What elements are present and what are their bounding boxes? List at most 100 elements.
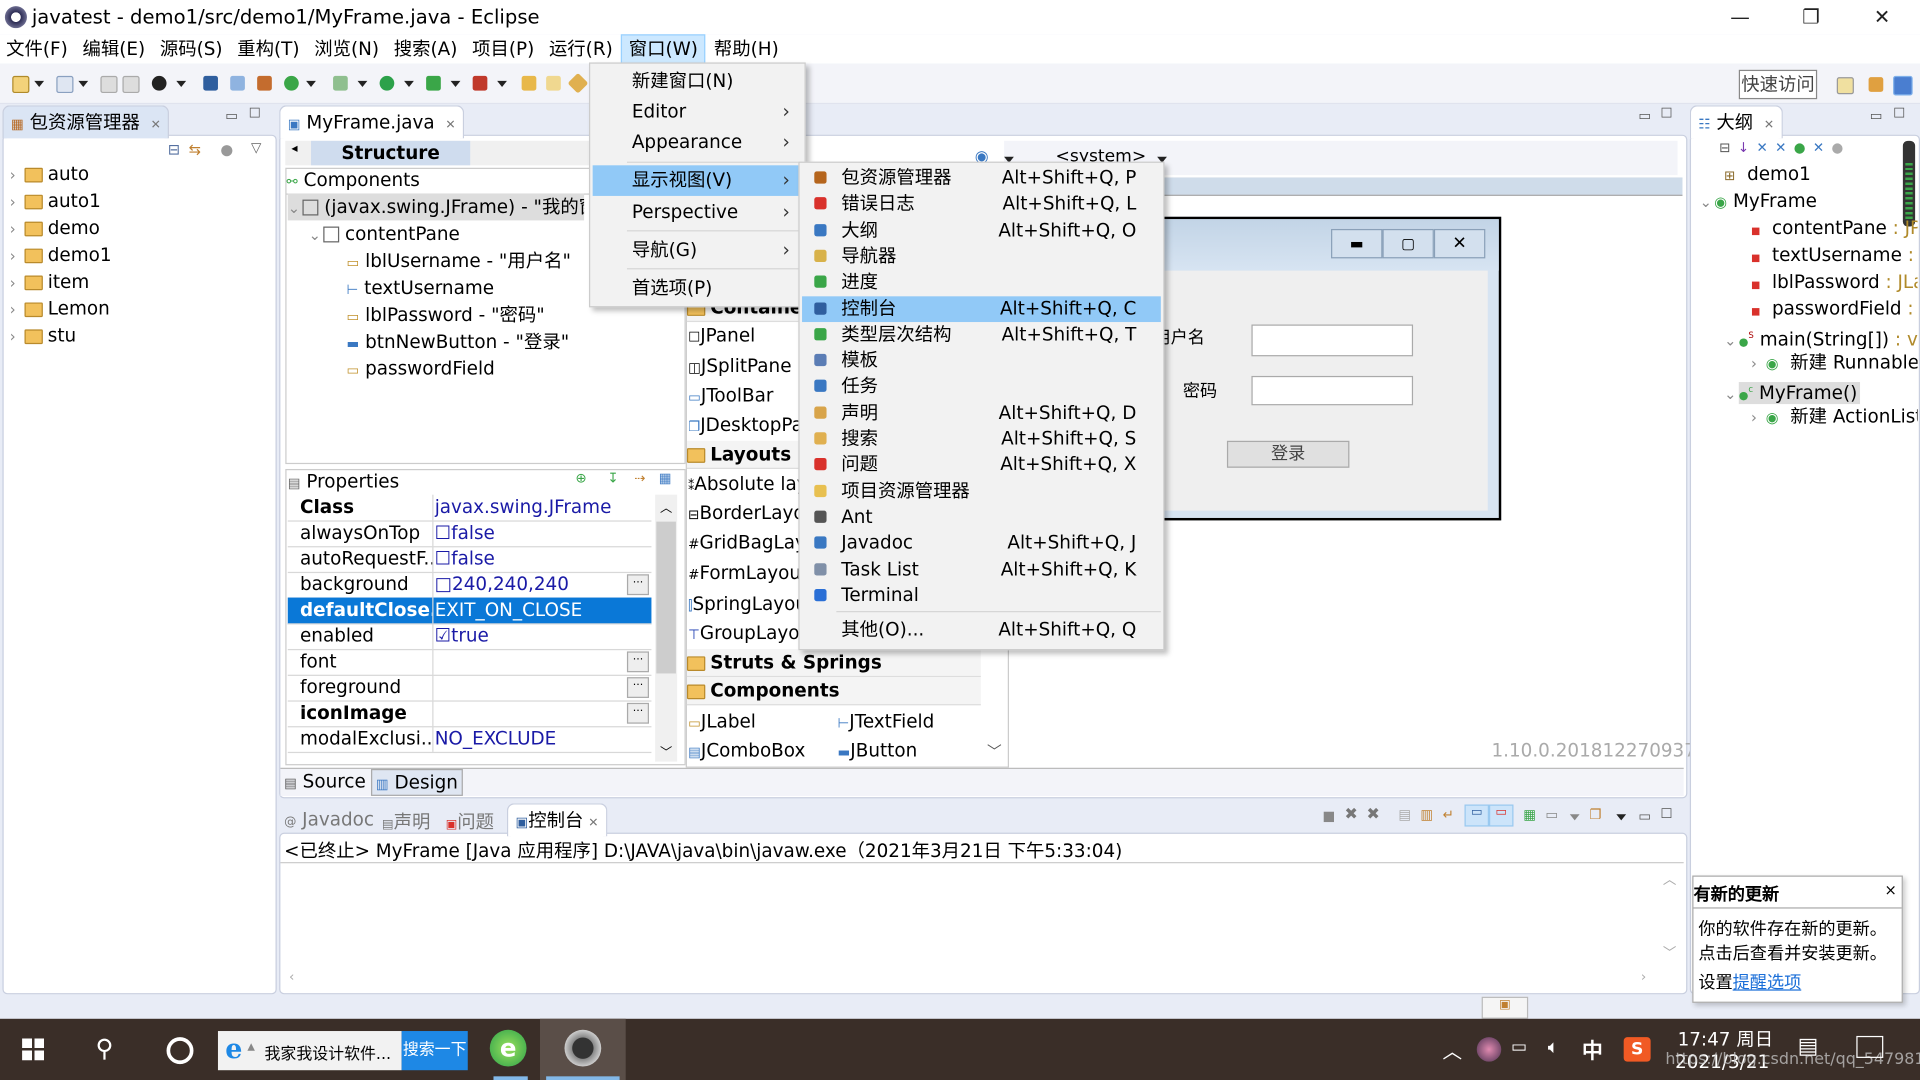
notes-icon[interactable]: ▤ [1798,1033,1819,1059]
menu-item-other[interactable]: 其他(O)... Alt+Shift+Q, Q [802,615,1161,646]
view-menu-icon[interactable]: ▽ [251,140,261,156]
clock-time[interactable]: 17:47 周日 [1678,1026,1774,1052]
project-item[interactable]: › item [10,268,89,295]
java-perspective-icon[interactable] [1893,75,1913,96]
menu-navigate[interactable]: 浏览(N) [308,34,385,63]
menu-item-view[interactable]: 控制台 Alt+Shift+Q, C [802,295,1161,322]
tree-item[interactable]: ▭ passwordField [347,355,495,382]
minimize-button[interactable]: — [1712,0,1768,34]
tab-design[interactable]: ▥ Design [371,768,463,796]
palette-item[interactable]: #FormLayout [688,558,808,587]
menu-item-view[interactable]: 问题 Alt+Shift+Q, X [802,452,1161,478]
edit-property-button[interactable]: ··· [626,651,649,673]
menu-project[interactable]: 项目(P) [466,34,540,63]
user-avatar-tray-icon[interactable] [1476,1037,1502,1062]
menu-item-appearance[interactable]: Appearance › [593,127,802,158]
maximize-button[interactable]: ❐ [1783,0,1839,34]
property-row[interactable]: foreground ··· [287,674,652,702]
property-row[interactable]: iconImage ··· [287,700,652,728]
remove-all-icon[interactable]: ✖ [1367,806,1380,824]
collapse-structure-icon[interactable]: ◂ [291,142,297,155]
reminder-options-link[interactable]: 提醒选项 [1733,973,1802,993]
tab-outline[interactable]: ☷ 大纲 ✕ [1689,105,1783,139]
sort-icon[interactable]: ↓ [1738,140,1757,156]
project-item[interactable]: › Lemon [10,295,110,322]
tab-problems[interactable]: ▣问题 [446,808,494,834]
scroll-lock-icon[interactable]: ▥ [1420,807,1433,823]
outline-item-method[interactable]: ⌄●S main(String[]) : void [1724,322,1917,349]
property-row[interactable]: Class javax.swing.JFrame [287,494,652,522]
open-console-icon[interactable]: ❐ [1589,807,1601,823]
close-tab-icon[interactable]: ✕ [445,119,455,132]
menu-item-view[interactable]: Task List Alt+Shift+Q, K [802,557,1161,583]
save-all-icon[interactable] [122,75,140,94]
tab-javadoc[interactable]: @ Javadoc [284,808,374,830]
focus-icon[interactable]: ● [1831,140,1850,156]
hide-static-icon[interactable]: ✕ [1775,140,1794,156]
start-windows-icon[interactable] [22,1038,45,1061]
menu-item-view[interactable]: 模板 [802,348,1161,374]
show-events-icon[interactable]: ⊕ [576,470,587,486]
edit-property-button[interactable]: ··· [626,677,649,698]
close-tab-icon[interactable]: ✕ [1764,119,1774,132]
pin-icon[interactable] [230,75,245,91]
status-bar-icon[interactable]: ▣ [1481,996,1529,1019]
build-icon[interactable] [257,75,272,91]
property-row[interactable]: modalExclusi... NO_EXCLUDE [287,726,652,754]
minimize-view-icon[interactable]: ▭ [225,108,238,124]
taskbar-search-box[interactable]: e ▲ 我家我设计软件... [217,1031,402,1071]
palette-scroll-down-icon[interactable]: ﹀ [987,741,1002,762]
tree-item[interactable]: ▭ lblPassword - "密码" [347,301,545,328]
word-wrap-icon[interactable]: ↵ [1442,807,1453,823]
save-icon[interactable] [100,75,118,94]
menu-item-view[interactable]: 大纲 Alt+Shift+Q, O [802,217,1161,243]
menu-item-view[interactable]: 包资源管理器 Alt+Shift+Q, P [802,165,1161,191]
hide-local-types-icon[interactable]: ✕ [1813,140,1832,156]
property-row[interactable]: font ··· [287,648,652,676]
menu-item-view[interactable]: 声明 Alt+Shift+Q, D [802,400,1161,426]
menu-item-view[interactable]: 类型层次结构 Alt+Shift+Q, T [802,322,1161,348]
property-row[interactable]: enabled ☑true [287,623,652,651]
menu-item-view[interactable]: 搜索 Alt+Shift+Q, S [802,426,1161,452]
search-toolbar-icon[interactable] [567,72,589,94]
close-tab-icon[interactable]: ✕ [151,119,161,132]
outline-item-anonymous[interactable]: ›◉ 新建 Runnable() {...} [1751,349,1918,376]
outline-item-field[interactable]: ■ passwordField : JPasswordField [1751,295,1918,322]
outline-item-field[interactable]: ■ textUsername : JTextField [1751,241,1918,268]
show-hidden-icons[interactable]: ︿ [1442,1035,1462,1064]
outline-item-class[interactable]: ⌄ ◉ MyFrame [1700,187,1817,214]
notification-close-button[interactable]: × [1885,882,1897,899]
taskbar-eclipse-active[interactable] [540,1018,626,1080]
run-dropdown-icon[interactable] [404,80,414,87]
menu-item-view[interactable]: 进度 [802,270,1161,296]
menu-item-navigate[interactable]: 导航(G) › [593,235,802,266]
browser-360-icon[interactable]: e [489,1029,527,1067]
palette-category-components[interactable]: Components [686,677,981,706]
edit-property-button[interactable]: ··· [626,574,649,596]
hide-nonpublic-icon[interactable]: ● [1794,140,1813,156]
menu-item-view[interactable]: Ant [802,504,1161,530]
menu-window[interactable]: 窗口(W) [621,34,706,64]
volume-icon[interactable]: 🔈︎ [1548,1036,1559,1058]
scroll-up-icon[interactable]: ︿ [660,497,672,515]
menu-item-view[interactable]: 任务 [802,374,1161,400]
menu-item-editor[interactable]: Editor › [593,97,802,128]
outline-item-package[interactable]: ⊞ demo1 [1724,160,1811,187]
new-file-dropdown-icon[interactable] [78,80,89,87]
property-row[interactable]: alwaysOnTop ☐false [287,520,652,548]
clear-console-icon[interactable]: ▤ [1398,807,1411,823]
menu-item-view[interactable]: 项目资源管理器 [802,478,1161,504]
refresh-icon[interactable] [284,75,299,91]
debug-dropdown-icon[interactable] [357,80,368,87]
pin-console-icon[interactable]: ▦ [1523,807,1536,823]
show-on-stdout-icon[interactable]: ▭ [1464,804,1489,827]
display-console-dropdown-icon[interactable] [1569,814,1580,821]
menu-item-view[interactable]: Javadoc Alt+Shift+Q, J [802,530,1161,556]
profile-dropdown-icon[interactable] [176,80,187,87]
scrollbar-thumb[interactable] [656,521,676,674]
tab-source[interactable]: ▤ Source [284,769,366,793]
tree-item-jframe[interactable]: ⌄ (javax.swing.JFrame) - "我的窗体" [287,193,585,221]
show-on-stderr-icon[interactable]: ▭ [1488,804,1514,827]
outline-item-field[interactable]: ■ lblPassword : JLabel [1751,268,1918,295]
palette-item[interactable]: ☐JPanel [688,321,755,350]
